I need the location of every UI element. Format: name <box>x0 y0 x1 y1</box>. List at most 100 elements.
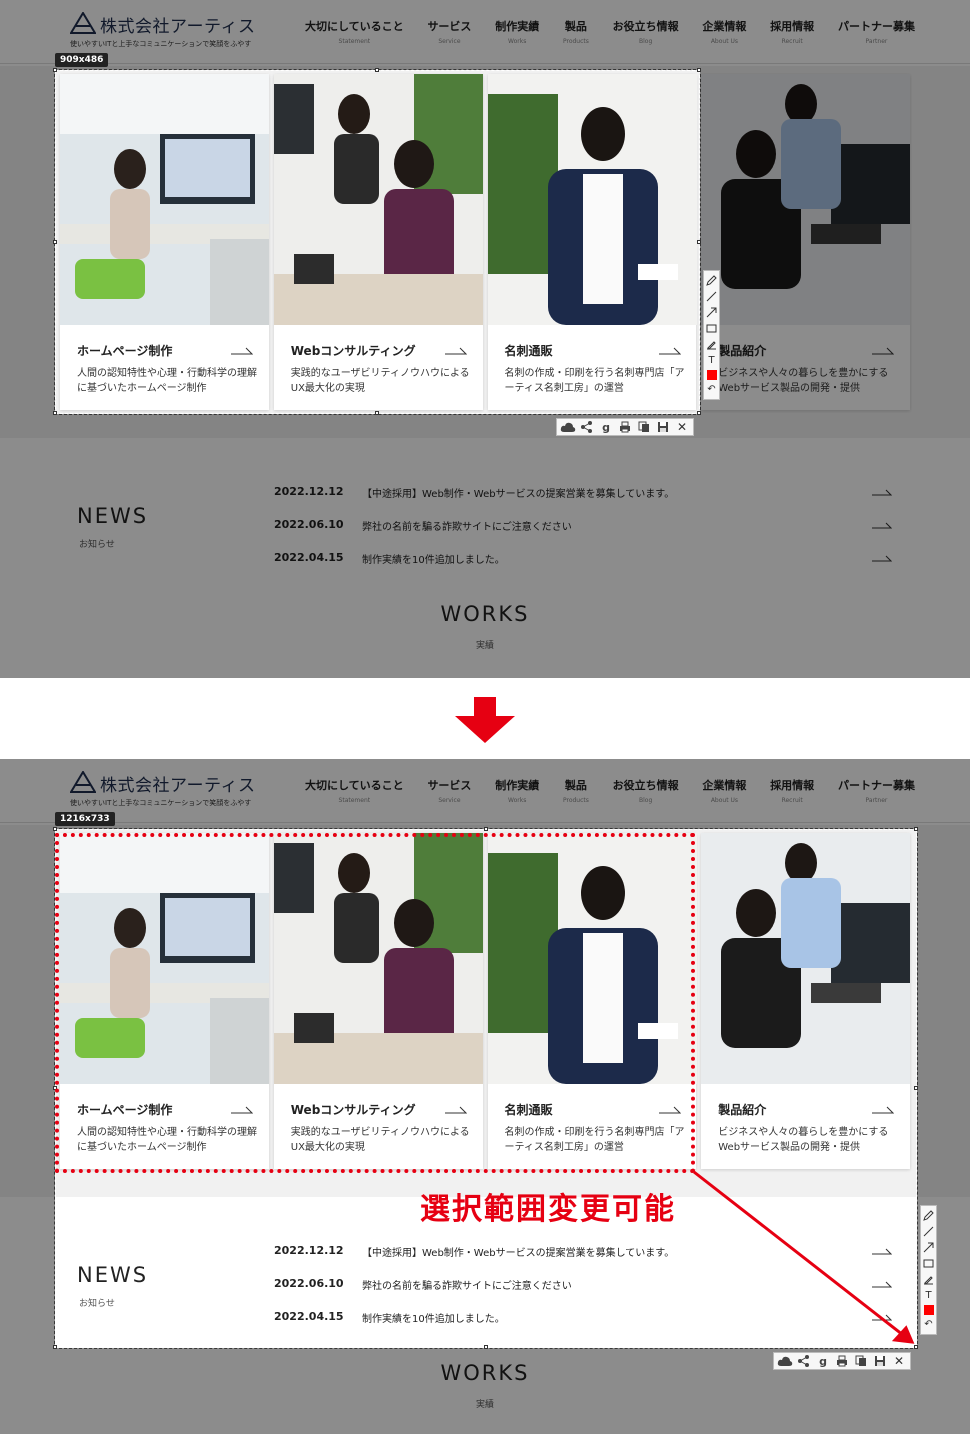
nav-label: お役立ち情報 <box>612 20 679 33</box>
resize-handle[interactable] <box>697 68 701 72</box>
nav-label: 企業情報 <box>702 20 747 33</box>
copy-icon[interactable] <box>852 1354 870 1368</box>
selection-size-badge: 909x486 <box>55 53 109 67</box>
share-icon[interactable] <box>578 420 596 434</box>
resize-handle[interactable] <box>484 827 488 831</box>
nav-sub: Works <box>508 38 527 45</box>
nav-sub: Partner <box>865 797 888 804</box>
global-nav: 大切にしていること Statement サービス Service 制作実績 Works… <box>305 777 915 804</box>
nav-sub: Products <box>562 38 589 45</box>
tagline: 使いやすいITと上手なコミュニケーションで笑顔をふやす <box>70 799 252 807</box>
nav-label: 製品 <box>564 779 587 792</box>
nav-label: 採用情報 <box>770 20 815 33</box>
capture-action-toolbar: g ✕ <box>773 1352 911 1370</box>
google-icon[interactable]: g <box>814 1354 832 1368</box>
transition-arrow-icon <box>455 697 515 743</box>
color-swatch[interactable] <box>706 370 717 380</box>
copy-icon[interactable] <box>635 420 653 434</box>
nav-item-about[interactable]: 企業情報 About Us <box>702 777 746 804</box>
news-heading: NEWS <box>77 504 149 528</box>
nav-sub: Works <box>508 797 527 804</box>
works-subheading: 実績 <box>475 641 494 651</box>
nav-item-recruit[interactable]: 採用情報 Recruit <box>770 18 814 45</box>
resize-handle[interactable] <box>914 1086 918 1090</box>
color-swatch[interactable] <box>923 1305 934 1315</box>
resize-annotation-label: 選択範囲変更可能 <box>420 1192 676 1227</box>
card-description: ビジネスや人々の暮らしを豊かにするWebサービス製品の開発・提供 <box>718 368 889 394</box>
nav-sub: Service <box>438 797 461 804</box>
nav-item-partner[interactable]: パートナー募集 Partner <box>838 777 915 804</box>
tagline: 使いやすいITと上手なコミュニケーションで笑顔をふやす <box>70 40 252 48</box>
nav-item-blog[interactable]: お役立ち情報 Blog <box>613 777 679 804</box>
nav-label: 大切にしていること <box>305 779 404 792</box>
nav-item-blog[interactable]: お役立ち情報 Blog <box>613 18 679 45</box>
arrow-right-icon <box>872 555 892 562</box>
resize-handle[interactable] <box>375 411 379 415</box>
capture-action-toolbar: g ✕ <box>556 418 694 436</box>
nav-sub: Statement <box>338 797 371 804</box>
nav-label: 製品 <box>564 20 587 33</box>
resize-handle[interactable] <box>53 827 57 831</box>
resize-handle[interactable] <box>697 411 701 415</box>
arrow-right-icon <box>872 489 892 496</box>
works-heading: WORKS <box>440 602 530 626</box>
resize-handle[interactable] <box>697 240 701 244</box>
nav-item-works[interactable]: 制作実績 Works <box>495 18 539 45</box>
news-item[interactable]: 2022.04.15 制作実績を10件追加しました。 <box>274 549 894 567</box>
drawing-toolbar: T ↶ <box>703 270 720 400</box>
print-icon[interactable] <box>833 1354 851 1368</box>
nav-sub: Service <box>438 38 461 45</box>
nav-item-service[interactable]: サービス Service <box>427 777 471 804</box>
rectangle-icon[interactable] <box>705 322 718 335</box>
selection-size-badge: 1216x733 <box>55 812 115 826</box>
capture-selection[interactable] <box>54 69 701 415</box>
nav-label: パートナー募集 <box>837 20 915 33</box>
card-products[interactable]: 製品紹介 ビジネスや人々の暮らしを豊かにするWebサービス製品の開発・提供 <box>701 74 911 410</box>
line-icon[interactable] <box>705 290 718 303</box>
cloud-upload-icon[interactable] <box>559 420 577 434</box>
close-icon[interactable]: ✕ <box>673 420 691 434</box>
nav-item-works[interactable]: 制作実績 Works <box>495 777 539 804</box>
nav-sub: About Us <box>710 38 738 45</box>
nav-sub: Recruit <box>781 38 803 45</box>
nav-sub: Products <box>562 797 589 804</box>
nav-item-products[interactable]: 製品 Products <box>563 777 589 804</box>
resize-handle[interactable] <box>484 1345 488 1349</box>
resize-handle[interactable] <box>53 240 57 244</box>
nav-label: 企業情報 <box>702 779 747 792</box>
nav-label: 制作実績 <box>495 779 540 792</box>
news-title: 制作実績を10件追加しました。 <box>362 555 505 566</box>
nav-sub: Partner <box>865 38 888 45</box>
news-item[interactable]: 2022.12.12 【中途採用】Web制作・Webサービスの提案営業を募集して… <box>274 483 894 501</box>
pencil-icon[interactable] <box>705 274 718 287</box>
undo-icon[interactable]: ↶ <box>705 383 718 396</box>
logo-mark-icon <box>70 771 96 793</box>
resize-handle[interactable] <box>53 411 57 415</box>
arrow-icon[interactable] <box>705 306 718 319</box>
marker-icon[interactable] <box>705 338 718 351</box>
cloud-upload-icon[interactable] <box>776 1354 794 1368</box>
resize-handle[interactable] <box>53 68 57 72</box>
nav-item-statement[interactable]: 大切にしていること Statement <box>305 18 404 45</box>
nav-item-products[interactable]: 製品 Products <box>563 18 589 45</box>
save-icon[interactable] <box>654 420 672 434</box>
news-title: 【中途採用】Web制作・Webサービスの提案営業を募集しています。 <box>362 489 675 500</box>
resize-handle[interactable] <box>53 1345 57 1349</box>
nav-item-about[interactable]: 企業情報 About Us <box>702 18 746 45</box>
save-icon[interactable] <box>871 1354 889 1368</box>
before-panel: 株式会社アーティス 使いやすいITと上手なコミュニケーションで笑顔をふやす 大切… <box>0 0 970 678</box>
nav-item-service[interactable]: サービス Service <box>427 18 471 45</box>
nav-label: サービス <box>427 20 472 33</box>
close-icon[interactable]: ✕ <box>890 1354 908 1368</box>
nav-item-partner[interactable]: パートナー募集 Partner <box>838 18 915 45</box>
resize-handle[interactable] <box>914 827 918 831</box>
resize-handle[interactable] <box>375 68 379 72</box>
print-icon[interactable] <box>616 420 634 434</box>
share-icon[interactable] <box>795 1354 813 1368</box>
text-tool-icon[interactable]: T <box>705 354 718 367</box>
nav-item-recruit[interactable]: 採用情報 Recruit <box>770 777 814 804</box>
google-icon[interactable]: g <box>597 420 615 434</box>
nav-item-statement[interactable]: 大切にしていること Statement <box>305 777 404 804</box>
resize-handle[interactable] <box>53 1086 57 1090</box>
news-item[interactable]: 2022.06.10 弊社の名前を騙る詐欺サイトにご注意ください <box>274 516 894 534</box>
